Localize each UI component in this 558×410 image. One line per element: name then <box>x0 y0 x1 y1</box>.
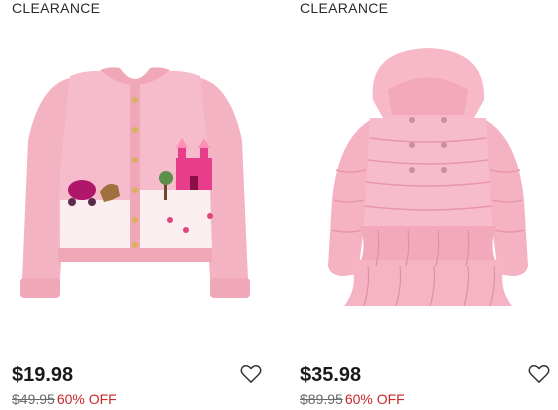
sale-price: $19.98 <box>12 364 74 386</box>
price-details: $49.95 60% OFF <box>12 391 117 407</box>
clearance-badge: CLEARANCE <box>12 0 101 16</box>
pink-cardigan-castle-image <box>20 67 250 298</box>
wishlist-button[interactable] <box>240 364 262 384</box>
clearance-badge: CLEARANCE <box>300 0 389 16</box>
product-image[interactable] <box>0 30 270 330</box>
product-card[interactable]: CLEARANCE <box>288 0 558 410</box>
heart-outline-icon <box>528 365 550 383</box>
discount-label: 60% OFF <box>56 391 117 407</box>
pink-puffer-jacket-image <box>328 48 528 307</box>
product-card[interactable]: CLEARANCE <box>0 0 270 410</box>
discount-label: 60% OFF <box>344 391 405 407</box>
product-image[interactable] <box>288 30 558 330</box>
heart-outline-icon <box>240 365 262 383</box>
price-details: $89.95 60% OFF <box>300 391 405 407</box>
original-price: $49.95 <box>12 391 55 407</box>
original-price: $89.95 <box>300 391 343 407</box>
wishlist-button[interactable] <box>528 364 550 384</box>
sale-price: $35.98 <box>300 364 362 386</box>
